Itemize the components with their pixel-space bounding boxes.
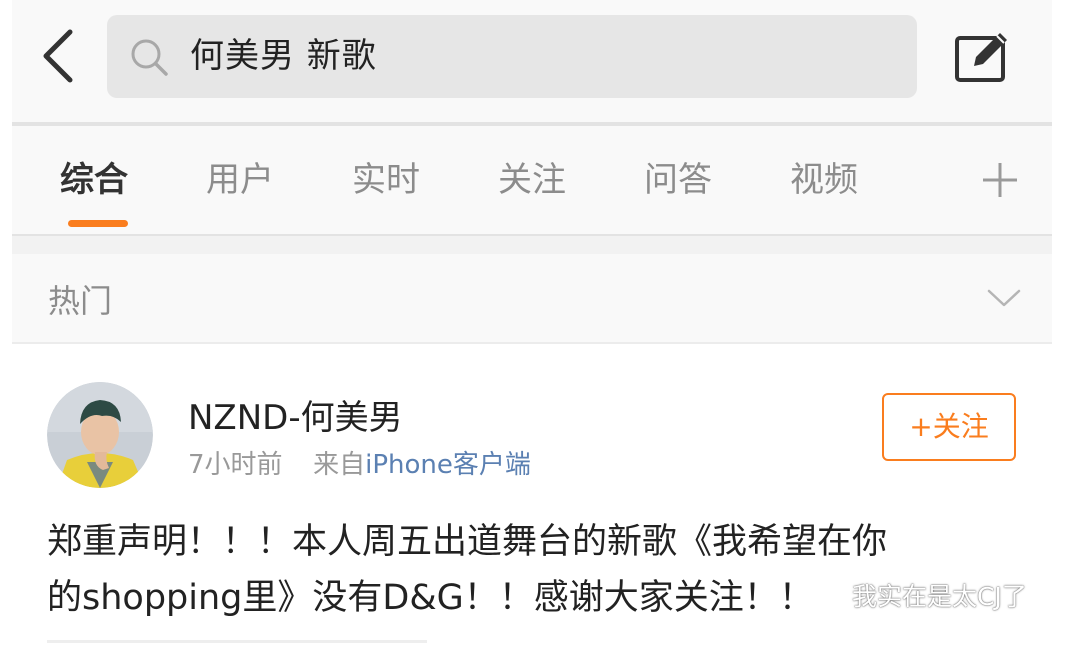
post-text-line-1: 郑重声明！！！本人周五出道舞台的新歌《我希望在你 [47, 522, 888, 562]
search-header: 何美男 新歌 [12, 0, 1052, 122]
wechat-watermark: 我实在是太CJ了 [806, 575, 1027, 615]
plus-icon [983, 163, 1017, 197]
search-icon [131, 39, 168, 76]
add-tab-button[interactable] [979, 150, 1021, 210]
post-source-prefix: 来自 [313, 450, 366, 480]
tab-following[interactable]: 关注 [498, 152, 566, 212]
post-author-name[interactable]: NZND-何美男 [188, 390, 403, 439]
post-time: 7小时前 [188, 450, 283, 480]
wechat-logo-icon [807, 580, 845, 609]
chevron-left-icon [43, 29, 73, 83]
search-query-text: 何美男 新歌 [190, 36, 377, 76]
active-tab-indicator [68, 220, 128, 227]
tab-video[interactable]: 视频 [790, 152, 858, 212]
follow-button[interactable]: +关注 [882, 393, 1016, 461]
compose-icon [955, 33, 1007, 82]
tab-realtime[interactable]: 实时 [352, 152, 420, 212]
search-input[interactable]: 何美男 新歌 [107, 15, 917, 98]
watermark-text: 我实在是太CJ了 [852, 582, 1027, 611]
hot-section-header[interactable]: 热门 [12, 254, 1052, 344]
compose-button[interactable] [952, 26, 1012, 86]
weibo-search-results-screen: 何美男 新歌 综合 用户 实时 关注 问答 视频 热门 NZND-何美男 7小时… [12, 0, 1052, 645]
chevron-down-icon[interactable] [987, 284, 1021, 312]
section-gap [12, 234, 1052, 254]
user-avatar-image [47, 382, 153, 488]
tab-qa[interactable]: 问答 [644, 152, 712, 212]
post-media-edge [47, 640, 427, 643]
back-button[interactable] [36, 26, 86, 86]
search-tabs: 综合 用户 实时 关注 问答 视频 [12, 126, 1052, 234]
tab-comprehensive[interactable]: 综合 [60, 152, 128, 212]
post-meta: 7小时前 来自iPhone客户端 [188, 444, 531, 481]
hot-section-title: 热门 [48, 282, 113, 320]
post-source-link[interactable]: iPhone客户端 [365, 450, 531, 480]
avatar[interactable] [47, 382, 153, 488]
tab-users[interactable]: 用户 [206, 152, 274, 212]
